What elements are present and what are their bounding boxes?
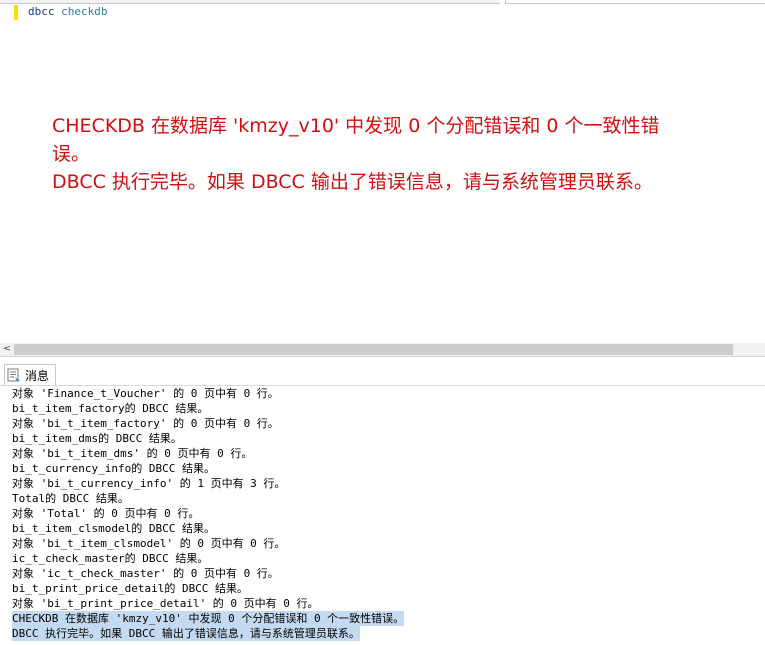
message-line-row: bi_t_print_price_detail的 DBCC 结果。	[12, 581, 752, 596]
message-line: CHECKDB 在数据库 'kmzy_v10' 中发现 0 个分配错误和 0 个…	[12, 611, 405, 626]
message-line: 对象 'bi_t_item_clsmodel' 的 0 页中有 0 行。	[12, 537, 286, 550]
scrollbar-thumb[interactable]	[14, 344, 733, 355]
message-line: 对象 'bi_t_print_price_detail' 的 0 页中有 0 行…	[12, 597, 319, 610]
tab-messages[interactable]: 消息	[4, 364, 57, 385]
messages-output[interactable]: 对象 'Finance_t_Voucher' 的 0 页中有 0 行。 bi_t_…	[12, 386, 752, 641]
annotation-line: DBCC 执行完毕。如果 DBCC 输出了错误信息，请与系统管理员联系。	[52, 171, 653, 193]
editor-tab-strip-right	[505, 0, 765, 4]
message-line: Total的 DBCC 结果。	[12, 492, 129, 505]
code-keyword-dbcc: dbcc	[28, 5, 55, 18]
message-line-row: 对象 'bi_t_currency_info' 的 1 页中有 3 行。	[12, 476, 752, 491]
message-line: DBCC 执行完毕。如果 DBCC 输出了错误信息，请与系统管理员联系。	[12, 626, 360, 641]
message-line: 对象 'bi_t_currency_info' 的 1 页中有 3 行。	[12, 477, 286, 490]
change-marker	[14, 5, 18, 20]
messages-icon	[7, 368, 20, 382]
annotation-line: CHECKDB 在数据库 'kmzy_v10' 中发现 0 个分配错误和 0 个…	[52, 115, 660, 165]
message-line: 对象 'bi_t_item_dms' 的 0 页中有 0 行。	[12, 447, 253, 460]
message-line: 对象 'bi_t_item_factory' 的 0 页中有 0 行。	[12, 417, 279, 430]
message-line-row: 对象 'Finance_t_Voucher' 的 0 页中有 0 行。	[12, 386, 752, 401]
message-line: 对象 'Finance_t_Voucher' 的 0 页中有 0 行。	[12, 387, 279, 400]
editor-tab-strip	[0, 0, 500, 4]
message-line: bi_t_item_dms的 DBCC 结果。	[12, 432, 182, 445]
red-annotation: CHECKDB 在数据库 'kmzy_v10' 中发现 0 个分配错误和 0 个…	[52, 112, 662, 196]
message-line-row: CHECKDB 在数据库 'kmzy_v10' 中发现 0 个分配错误和 0 个…	[12, 611, 752, 626]
message-line-row: 对象 'Total' 的 0 页中有 0 行。	[12, 506, 752, 521]
pane-splitter[interactable]	[0, 356, 765, 359]
code-keyword-checkdb: checkdb	[61, 5, 108, 18]
query-editor[interactable]: dbcc checkdb CHECKDB 在数据库 'kmzy_v10' 中发现…	[0, 0, 765, 343]
message-line-row: DBCC 执行完毕。如果 DBCC 输出了错误信息，请与系统管理员联系。	[12, 626, 752, 641]
message-line-row: bi_t_item_factory的 DBCC 结果。	[12, 401, 752, 416]
message-line-row: bi_t_item_dms的 DBCC 结果。	[12, 431, 752, 446]
message-line: bi_t_item_clsmodel的 DBCC 结果。	[12, 522, 215, 535]
message-line: 对象 'ic_t_check_master' 的 0 页中有 0 行。	[12, 567, 279, 580]
message-line-row: 对象 'bi_t_item_dms' 的 0 页中有 0 行。	[12, 446, 752, 461]
code-line[interactable]: dbcc checkdb	[28, 5, 107, 19]
results-tab-bar: 消息	[0, 363, 765, 386]
tab-label: 消息	[25, 368, 50, 383]
message-line-row: 对象 'bi_t_item_clsmodel' 的 0 页中有 0 行。	[12, 536, 752, 551]
message-line-row: 对象 'ic_t_check_master' 的 0 页中有 0 行。	[12, 566, 752, 581]
message-line-row: bi_t_item_clsmodel的 DBCC 结果。	[12, 521, 752, 536]
message-line-row: Total的 DBCC 结果。	[12, 491, 752, 506]
message-line-row: 对象 'bi_t_print_price_detail' 的 0 页中有 0 行…	[12, 596, 752, 611]
message-line: ic_t_check_master的 DBCC 结果。	[12, 552, 209, 565]
message-line: bi_t_print_price_detail的 DBCC 结果。	[12, 582, 249, 595]
message-line: bi_t_item_factory的 DBCC 结果。	[12, 402, 209, 415]
message-line-row: bi_t_currency_info的 DBCC 结果。	[12, 461, 752, 476]
message-line: 对象 'Total' 的 0 页中有 0 行。	[12, 507, 200, 520]
horizontal-scrollbar[interactable]: <	[0, 343, 765, 356]
chevron-left-icon[interactable]: <	[2, 343, 12, 356]
message-line-row: ic_t_check_master的 DBCC 结果。	[12, 551, 752, 566]
message-line-row: 对象 'bi_t_item_factory' 的 0 页中有 0 行。	[12, 416, 752, 431]
message-line: bi_t_currency_info的 DBCC 结果。	[12, 462, 215, 475]
